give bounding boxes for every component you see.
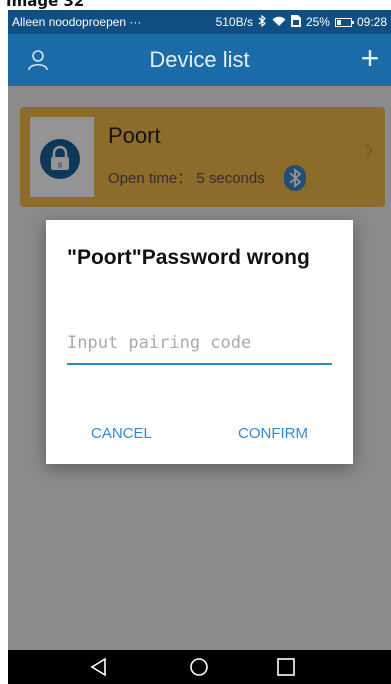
back-triangle-icon[interactable] (88, 657, 110, 677)
home-circle-icon[interactable] (188, 657, 210, 677)
status-bar: Alleen noodoproepen ··· 510B/s 25% 09:28 (8, 10, 391, 34)
bluetooth-status-icon (258, 14, 267, 29)
network-speed: 510B/s (215, 15, 253, 29)
wifi-icon (272, 16, 286, 29)
sim-icon (290, 15, 301, 29)
battery-percent: 25% (305, 15, 330, 29)
carrier-text: Alleen noodoproepen ··· (12, 15, 142, 29)
cancel-button[interactable]: CANCEL (91, 425, 152, 442)
plus-icon[interactable]: + (355, 42, 385, 74)
password-error-dialog: "Poort"Password wrong CANCEL CONFIRM (46, 220, 353, 464)
dialog-title: "Poort"Password wrong (67, 246, 310, 269)
confirm-button[interactable]: CONFIRM (238, 425, 308, 442)
image-caption-text: Image 32 (6, 0, 85, 10)
phone-screen: Alleen noodoproepen ··· 510B/s 25% 09:28 (8, 10, 391, 684)
pairing-code-input[interactable] (67, 323, 332, 365)
status-icons: 510B/s 25% 09:28 (215, 14, 387, 29)
system-nav-bar (8, 650, 391, 684)
page-title: Device list (149, 47, 250, 72)
image-caption: Image 32 (0, 0, 391, 10)
recents-square-icon[interactable] (275, 657, 297, 677)
clock: 09:28 (356, 15, 387, 29)
app-header: Device list + (8, 34, 391, 86)
battery-icon (334, 17, 354, 27)
